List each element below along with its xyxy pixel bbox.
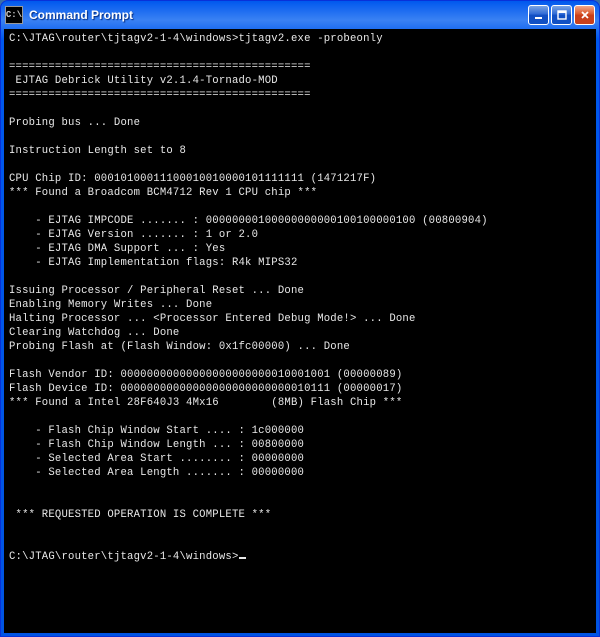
line: Clearing Watchdog ... Done (9, 327, 180, 339)
line: *** Found a Intel 28F640J3 4Mx16 (8MB) F… (9, 397, 402, 409)
line: CPU Chip ID: 000101000111000100100001011… (9, 173, 376, 185)
console-output[interactable]: C:\JTAG\router\tjtagv2-1-4\windows>tjtag… (5, 30, 595, 632)
line: *** REQUESTED OPERATION IS COMPLETE *** (9, 509, 271, 521)
app-icon: C:\ (5, 6, 23, 24)
line: Instruction Length set to 8 (9, 145, 186, 157)
line: Issuing Processor / Peripheral Reset ...… (9, 285, 304, 297)
client-area: C:\JTAG\router\tjtagv2-1-4\windows>tjtag… (4, 29, 596, 633)
banner: EJTAG Debrick Utility v2.1.4-Tornado-MOD (9, 75, 278, 87)
line: Probing bus ... Done (9, 117, 140, 129)
title-bar[interactable]: C:\ Command Prompt (1, 1, 599, 29)
line: - Flash Chip Window Length ... : 0080000… (9, 439, 304, 451)
line: Probing Flash at (Flash Window: 0x1fc000… (9, 341, 350, 353)
maximize-button[interactable] (551, 5, 572, 25)
line: - Flash Chip Window Start .... : 1c00000… (9, 425, 304, 437)
line: Halting Processor ... <Processor Entered… (9, 313, 416, 325)
line: - EJTAG DMA Support ... : Yes (9, 243, 225, 255)
divider: ========================================… (9, 89, 311, 101)
end-prompt: C:\JTAG\router\tjtagv2-1-4\windows> (9, 551, 239, 563)
close-button[interactable] (574, 5, 595, 25)
line: Flash Vendor ID: 00000000000000000000000… (9, 369, 402, 381)
window-title: Command Prompt (29, 8, 528, 22)
line: - Selected Area Start ........ : 0000000… (9, 453, 304, 465)
line: - EJTAG IMPCODE ....... : 00000000100000… (9, 215, 488, 227)
line: Flash Device ID: 00000000000000000000000… (9, 383, 402, 395)
window-buttons (528, 5, 595, 25)
cursor (239, 557, 246, 559)
prompt-line: C:\JTAG\router\tjtagv2-1-4\windows>tjtag… (9, 33, 383, 45)
app-icon-label: C:\ (6, 10, 22, 20)
line: Enabling Memory Writes ... Done (9, 299, 212, 311)
minimize-button[interactable] (528, 5, 549, 25)
line: - EJTAG Implementation flags: R4k MIPS32 (9, 257, 298, 269)
line: - EJTAG Version ....... : 1 or 2.0 (9, 229, 258, 241)
line: - Selected Area Length ....... : 0000000… (9, 467, 304, 479)
command-prompt-window: C:\ Command Prompt C:\JTAG\router\tjtagv… (0, 0, 600, 637)
divider: ========================================… (9, 61, 311, 73)
line: *** Found a Broadcom BCM4712 Rev 1 CPU c… (9, 187, 317, 199)
